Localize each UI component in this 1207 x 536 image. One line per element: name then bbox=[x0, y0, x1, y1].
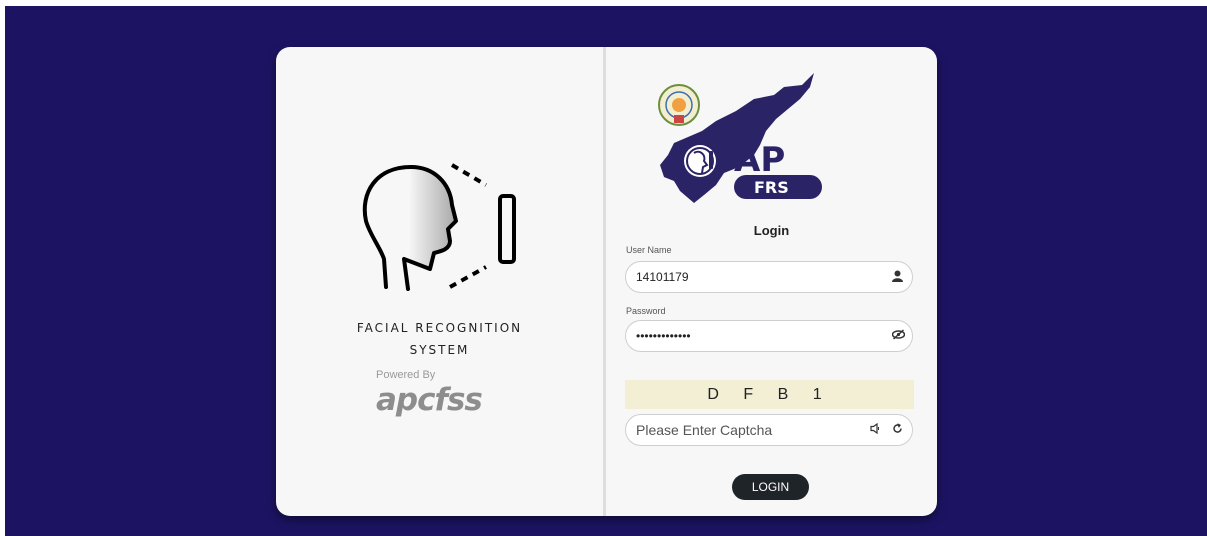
username-label: User Name bbox=[626, 245, 672, 255]
logo-text-frs: FRS bbox=[754, 178, 789, 197]
username-input[interactable] bbox=[636, 262, 876, 292]
password-label: Password bbox=[626, 306, 666, 316]
login-panel: AP FRS Login User Name Password D F B 1 bbox=[606, 47, 937, 516]
app-tagline-line1: FACIAL RECOGNITION bbox=[356, 321, 523, 335]
captcha-code: D F B 1 bbox=[625, 380, 914, 409]
login-card: FACIAL RECOGNITION SYSTEM Powered By apc… bbox=[276, 47, 937, 516]
captcha-input[interactable] bbox=[636, 415, 876, 445]
eye-slash-icon[interactable] bbox=[891, 329, 906, 343]
refresh-icon[interactable] bbox=[892, 423, 903, 437]
branding-panel: FACIAL RECOGNITION SYSTEM Powered By apc… bbox=[276, 47, 603, 516]
ap-frs-logo: AP FRS bbox=[658, 73, 822, 203]
apcfss-logo: apcfss bbox=[376, 382, 483, 418]
captcha-field-wrapper bbox=[625, 414, 913, 446]
app-tagline-line2: SYSTEM bbox=[409, 343, 470, 357]
face-scan-illustration bbox=[362, 163, 516, 291]
login-title: Login bbox=[753, 223, 790, 238]
powered-by-label: Powered By bbox=[376, 369, 436, 381]
logo-text-ap: AP bbox=[734, 140, 785, 180]
state-emblem-icon bbox=[658, 84, 700, 126]
login-button[interactable]: LOGIN bbox=[732, 474, 809, 500]
speaker-icon[interactable] bbox=[870, 422, 881, 437]
password-field-wrapper bbox=[625, 320, 913, 352]
user-icon bbox=[892, 270, 903, 285]
password-input[interactable] bbox=[636, 321, 876, 351]
username-field-wrapper bbox=[625, 261, 913, 293]
